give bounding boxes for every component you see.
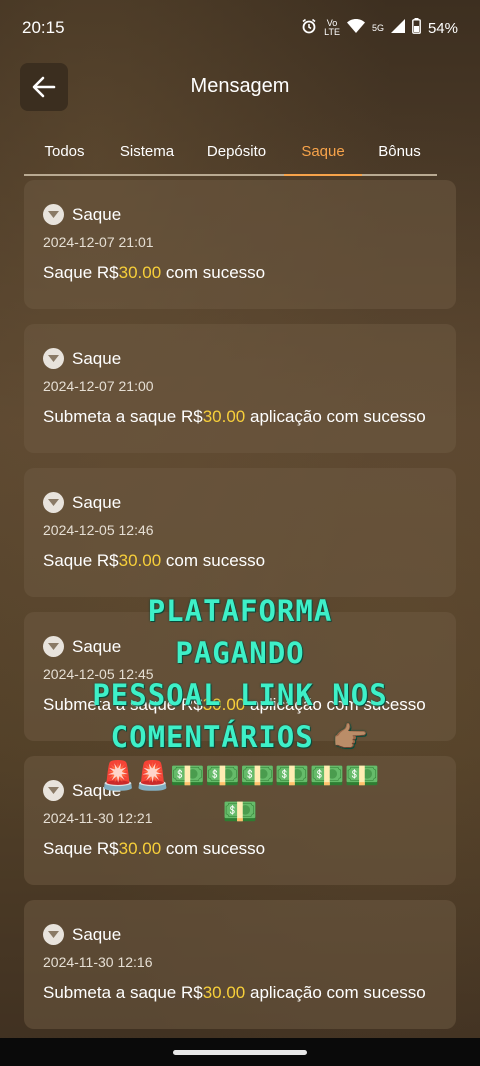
message-card[interactable]: Saque 2024-12-05 12:45 Submeta a saque R… [24,612,456,741]
message-text: Saque R$30.00 com sucesso [43,551,443,571]
chevron-down-icon[interactable] [43,924,64,945]
page-title: Mensagem [190,74,290,97]
message-suffix: com sucesso [161,551,266,570]
message-type: Saque [72,492,122,512]
message-date: 2024-11-30 12:16 [43,954,153,970]
status-time: 20:15 [22,18,65,37]
message-card[interactable]: Saque 2024-12-05 12:46 Saque R$30.00 com… [24,468,456,597]
message-prefix: Saque R$ [43,551,119,570]
message-card[interactable]: Saque 2024-11-30 12:21 Saque R$30.00 com… [24,756,456,885]
message-card[interactable]: Saque 2024-12-07 21:00 Submeta a saque R… [24,324,456,453]
message-card[interactable]: Saque 2024-11-30 12:16 Submeta a saque R… [24,900,456,1029]
message-text: Saque R$30.00 com sucesso [43,839,443,859]
message-prefix: Submeta a saque R$ [43,983,203,1002]
back-button[interactable] [20,63,68,111]
chevron-down-icon[interactable] [43,780,64,801]
message-suffix: aplicação com sucesso [245,695,426,714]
message-card[interactable]: Saque 2024-12-07 21:01 Saque R$30.00 com… [24,180,456,309]
tab-saque[interactable]: Saque [284,132,362,176]
status-icons: Vo LTE 5G 54% [301,18,458,38]
tab-bar: Todos Sistema Depósito Saque Bônus [24,132,437,176]
message-suffix: com sucesso [161,839,266,858]
tab-bonus[interactable]: Bônus [362,132,437,176]
message-date: 2024-12-07 21:01 [43,234,154,250]
alarm-icon [301,18,317,38]
tab-todos[interactable]: Todos [24,132,105,176]
message-prefix: Submeta a saque R$ [43,695,203,714]
message-amount: 30.00 [118,551,162,570]
tab-sistema[interactable]: Sistema [105,132,189,176]
message-prefix: Submeta a saque R$ [43,407,203,426]
home-gesture-handle[interactable] [173,1050,307,1055]
message-text: Submeta a saque R$30.00 aplicação com su… [43,983,443,1003]
status-bar: 20:15 Vo LTE 5G 54% [0,0,480,56]
cell-signal-icon [390,19,405,37]
message-amount: 30.00 [118,839,162,858]
message-amount: 30.00 [202,695,246,714]
message-text: Saque R$30.00 com sucesso [43,263,443,283]
message-type: Saque [72,348,122,368]
message-amount: 30.00 [202,407,246,426]
message-list[interactable]: Saque 2024-12-07 21:01 Saque R$30.00 com… [24,178,456,1038]
message-suffix: com sucesso [161,263,266,282]
tab-deposito[interactable]: Depósito [189,132,284,176]
message-type: Saque [72,924,122,944]
message-text: Submeta a saque R$30.00 aplicação com su… [43,695,443,715]
chevron-down-icon[interactable] [43,492,64,513]
message-date: 2024-12-05 12:46 [43,522,154,538]
message-date: 2024-12-05 12:45 [43,666,154,682]
message-suffix: aplicação com sucesso [245,983,426,1002]
chevron-down-icon[interactable] [43,204,64,225]
message-type: Saque [72,636,122,656]
message-prefix: Saque R$ [43,839,119,858]
chevron-down-icon[interactable] [43,636,64,657]
app-header: Mensagem [0,60,480,112]
message-suffix: aplicação com sucesso [245,407,426,426]
message-amount: 30.00 [202,983,246,1002]
message-text: Submeta a saque R$30.00 aplicação com su… [43,407,443,427]
message-amount: 30.00 [118,263,162,282]
message-type: Saque [72,204,122,224]
network-type-label: 5G [371,22,384,33]
wifi-icon [346,19,365,37]
arrow-left-icon [32,76,56,98]
volte-icon: Vo LTE [324,18,340,37]
message-date: 2024-12-07 21:00 [43,378,154,394]
message-prefix: Saque R$ [43,263,119,282]
battery-percent: 54% [427,19,458,37]
chevron-down-icon[interactable] [43,348,64,369]
message-type: Saque [72,780,122,800]
battery-icon [412,18,421,38]
system-nav-bar [0,1038,480,1066]
message-date: 2024-11-30 12:21 [43,810,153,826]
